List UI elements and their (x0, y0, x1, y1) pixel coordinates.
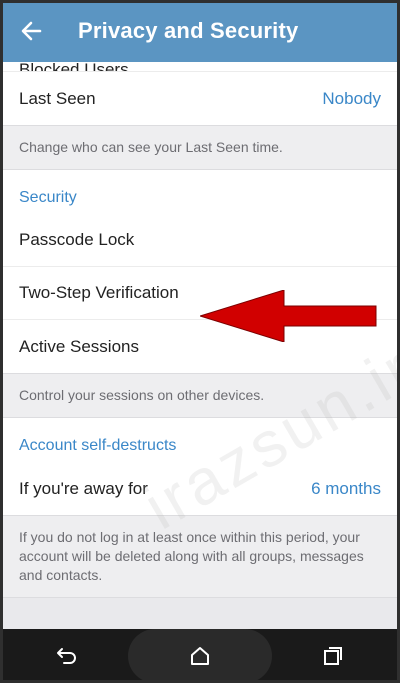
blocked-users-row[interactable]: Blocked Users (0, 62, 400, 72)
nav-back-button[interactable] (37, 629, 97, 683)
away-period-row[interactable]: If you're away for 6 months (0, 462, 400, 515)
security-section: Security Passcode Lock Two-Step Verifica… (0, 170, 400, 373)
recents-icon (324, 647, 343, 665)
last-seen-label: Last Seen (19, 88, 96, 108)
system-nav-bar (0, 629, 400, 683)
last-seen-info: Change who can see your Last Seen time. (0, 125, 400, 170)
account-section: Account self-destructs If you're away fo… (0, 418, 400, 515)
last-seen-row[interactable]: Last Seen Nobody (0, 72, 400, 125)
nav-recents-button[interactable] (303, 629, 363, 683)
active-sessions-label: Active Sessions (19, 336, 139, 356)
page-title: Privacy and Security (78, 18, 299, 43)
app-header: Privacy and Security (0, 0, 400, 62)
sessions-info: Control your sessions on other devices. (0, 373, 400, 418)
red-arrow-icon (200, 290, 377, 342)
back-button[interactable] (0, 0, 62, 62)
away-period-label: If you're away for (19, 478, 148, 498)
account-info: If you do not log in at least once withi… (0, 515, 400, 598)
security-heading: Security (19, 189, 77, 206)
privacy-section: Blocked Users Last Seen Nobody (0, 62, 400, 125)
blocked-users-label: Blocked Users (19, 62, 129, 72)
passcode-lock-row[interactable]: Passcode Lock (0, 214, 400, 267)
passcode-lock-label: Passcode Lock (19, 230, 135, 249)
two-step-verification-label: Two-Step Verification (19, 283, 179, 302)
away-period-value: 6 months (311, 478, 381, 498)
home-icon (190, 647, 209, 665)
nav-back-icon (56, 648, 76, 664)
nav-home-button[interactable] (170, 629, 230, 683)
account-heading: Account self-destructs (19, 437, 177, 454)
last-seen-value: Nobody (322, 88, 381, 108)
arrow-left-icon (21, 21, 42, 41)
